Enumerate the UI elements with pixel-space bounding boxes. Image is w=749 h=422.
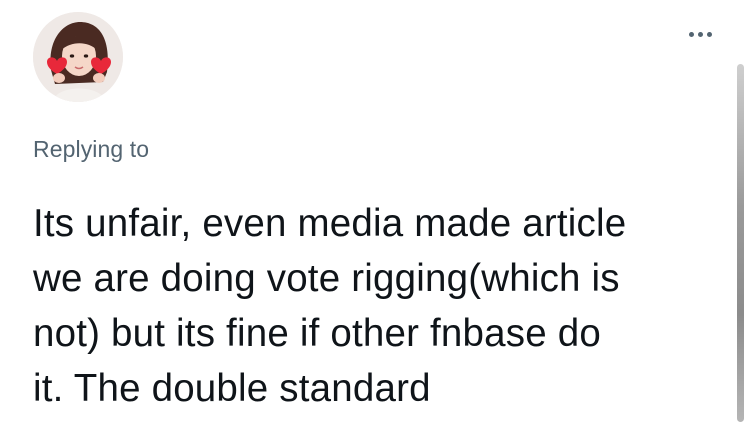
tweet-text: Its unfair, even media made article we a… bbox=[33, 196, 723, 416]
avatar-image bbox=[33, 12, 123, 102]
replying-to-label: Replying to bbox=[33, 136, 150, 162]
scrollbar[interactable] bbox=[737, 64, 744, 422]
more-options-icon-dot bbox=[706, 31, 712, 37]
more-options-button[interactable] bbox=[680, 22, 720, 46]
avatar[interactable] bbox=[33, 12, 123, 102]
tweet-text-line: Its unfair, even media made article bbox=[33, 202, 627, 245]
tweet-text-line: it. The double standard bbox=[33, 367, 431, 410]
tweet-text-line: we are doing vote rigging(which is bbox=[33, 257, 620, 300]
tweet-card: Replying to Its unfair, even media made … bbox=[0, 0, 749, 422]
more-options-icon-dot bbox=[697, 31, 703, 37]
tweet-text-line: not) but its fine if other fnbase do bbox=[33, 312, 601, 355]
more-options-icon bbox=[688, 31, 694, 37]
